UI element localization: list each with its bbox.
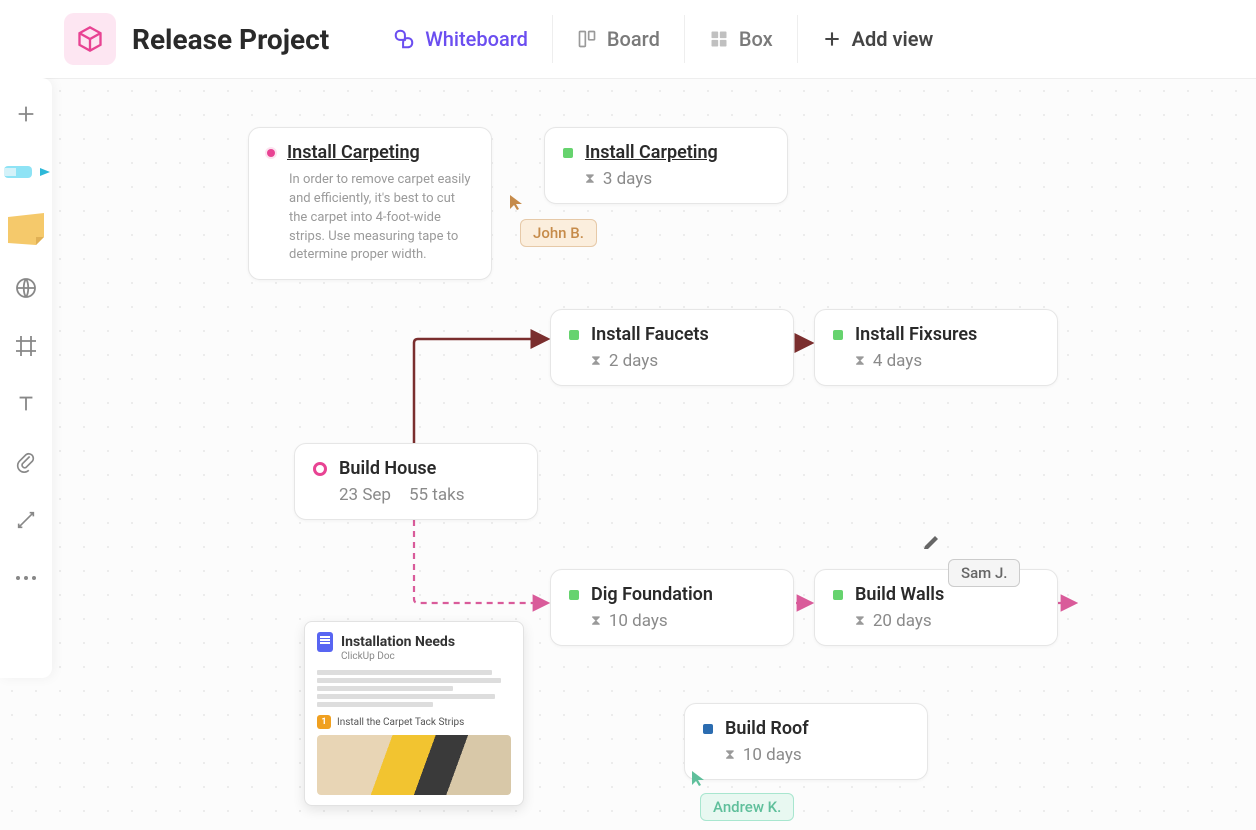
remote-cursor-andrew: Andrew K. bbox=[700, 793, 794, 821]
text-tool[interactable] bbox=[8, 386, 44, 422]
card-title: Install Faucets bbox=[591, 324, 709, 345]
doc-icon bbox=[317, 632, 333, 652]
card-title: Build House bbox=[339, 458, 436, 479]
card-title: Build Walls bbox=[855, 584, 944, 605]
card-install-fixtures[interactable]: Install Fixsures ⧗ 4 days bbox=[814, 309, 1058, 386]
card-title: Install Carpeting bbox=[287, 142, 420, 163]
card-duration: 2 days bbox=[609, 351, 658, 371]
tab-board[interactable]: Board bbox=[552, 15, 684, 63]
embedded-doc-card[interactable]: Installation Needs ClickUp Doc 1 Install… bbox=[304, 621, 524, 806]
card-date: 23 Sep bbox=[339, 485, 391, 505]
remote-cursor-sam: Sam J. bbox=[948, 559, 1020, 587]
card-duration: 3 days bbox=[603, 169, 652, 189]
tab-label: Add view bbox=[852, 27, 934, 51]
card-install-carpeting-task[interactable]: Install Carpeting ⧗ 3 days bbox=[544, 127, 788, 204]
doc-step-number: 1 bbox=[317, 715, 331, 729]
tab-box[interactable]: Box bbox=[684, 15, 797, 63]
doc-title: Installation Needs bbox=[341, 634, 455, 650]
status-dot-icon bbox=[833, 330, 843, 340]
add-tool[interactable] bbox=[8, 96, 44, 132]
doc-image-preview bbox=[317, 735, 511, 795]
card-install-carpeting-note[interactable]: Install Carpeting In order to remove car… bbox=[248, 127, 492, 280]
card-title: Install Fixsures bbox=[855, 324, 977, 345]
doc-step-label: Install the Carpet Tack Strips bbox=[337, 717, 464, 728]
app-header: Release Project Whiteboard Board bbox=[0, 0, 1256, 78]
sticky-note-tool[interactable] bbox=[0, 212, 52, 248]
card-duration: 10 days bbox=[609, 611, 668, 631]
frame-tool[interactable] bbox=[8, 328, 44, 364]
remote-cursor-john: John B. bbox=[520, 219, 597, 247]
card-title: Build Roof bbox=[725, 718, 809, 739]
status-dot-icon bbox=[563, 148, 573, 158]
tab-whiteboard[interactable]: Whiteboard bbox=[369, 15, 552, 63]
status-dot-icon bbox=[569, 330, 579, 340]
doc-subtitle: ClickUp Doc bbox=[341, 651, 511, 662]
remote-cursor-icon bbox=[508, 193, 524, 211]
card-build-walls[interactable]: Build Walls ⧗ 20 days bbox=[814, 569, 1058, 646]
attachment-tool[interactable] bbox=[8, 444, 44, 480]
card-tasks-count: 55 taks bbox=[409, 485, 465, 505]
board-icon bbox=[577, 29, 597, 49]
hourglass-icon: ⧗ bbox=[585, 171, 595, 187]
whiteboard-icon bbox=[393, 28, 415, 50]
status-dot-icon bbox=[267, 149, 275, 157]
card-description: In order to remove carpet easily and eff… bbox=[289, 171, 473, 265]
box-icon bbox=[709, 29, 729, 49]
connector-tool[interactable] bbox=[8, 502, 44, 538]
hourglass-icon: ⧗ bbox=[591, 613, 601, 629]
project-title: Release Project bbox=[132, 23, 329, 56]
status-dot-icon bbox=[703, 724, 713, 734]
whiteboard-canvas[interactable]: Install Carpeting In order to remove car… bbox=[0, 78, 1256, 830]
hourglass-icon: ⧗ bbox=[855, 613, 865, 629]
project-icon bbox=[64, 13, 116, 65]
card-duration: 10 days bbox=[743, 745, 802, 765]
tab-label: Box bbox=[739, 27, 773, 51]
status-ring-icon bbox=[313, 462, 327, 476]
card-install-faucets[interactable]: Install Faucets ⧗ 2 days bbox=[550, 309, 794, 386]
more-tool[interactable] bbox=[8, 560, 44, 596]
hourglass-icon: ⧗ bbox=[855, 353, 865, 369]
status-dot-icon bbox=[569, 590, 579, 600]
highlighter-tool[interactable] bbox=[0, 154, 52, 190]
view-tabs: Whiteboard Board Box bbox=[369, 0, 957, 78]
whiteboard-toolbar bbox=[0, 78, 52, 678]
doc-step: 1 Install the Carpet Tack Strips bbox=[317, 715, 511, 729]
tab-label: Board bbox=[607, 27, 660, 51]
status-dot-icon bbox=[833, 590, 843, 600]
card-duration: 4 days bbox=[873, 351, 922, 371]
remote-cursor-pencil-icon bbox=[922, 531, 940, 549]
card-title: Dig Foundation bbox=[591, 584, 713, 605]
hourglass-icon: ⧗ bbox=[725, 747, 735, 763]
web-tool[interactable] bbox=[8, 270, 44, 306]
remote-cursor-icon bbox=[690, 769, 706, 787]
hourglass-icon: ⧗ bbox=[591, 353, 601, 369]
card-title: Install Carpeting bbox=[585, 142, 718, 163]
tab-label: Whiteboard bbox=[425, 27, 528, 51]
card-build-roof[interactable]: Build Roof ⧗ 10 days bbox=[684, 703, 928, 780]
plus-icon bbox=[822, 29, 842, 49]
doc-body-preview bbox=[317, 670, 511, 707]
tab-add-view[interactable]: Add view bbox=[797, 15, 958, 63]
card-build-house[interactable]: Build House 23 Sep 55 taks bbox=[294, 443, 538, 520]
card-dig-foundation[interactable]: Dig Foundation ⧗ 10 days bbox=[550, 569, 794, 646]
card-duration: 20 days bbox=[873, 611, 932, 631]
